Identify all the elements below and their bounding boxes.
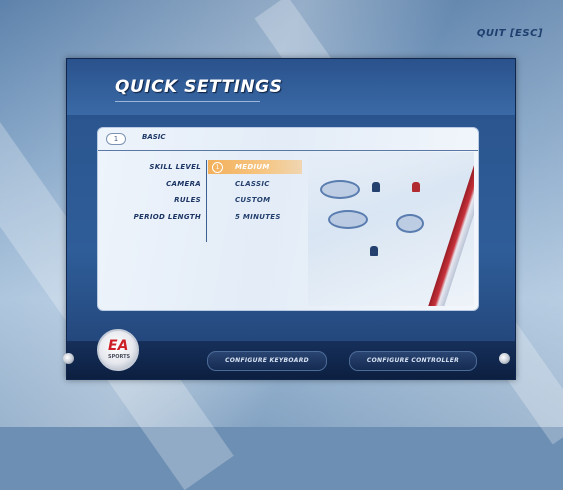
settings-frame: QUICK SETTINGS 1 BASIC 1 SKILL LEVEL MED… — [63, 58, 516, 380]
settings-panel: 1 BASIC 1 SKILL LEVEL MEDIUM CAMERA CLAS… — [97, 127, 479, 311]
setting-label-skill-level: SKILL LEVEL — [149, 163, 201, 171]
setting-value-camera[interactable]: CLASSIC — [235, 180, 270, 188]
column-divider — [206, 160, 207, 242]
configure-controller-button[interactable]: CONFIGURE CONTROLLER — [349, 351, 477, 371]
tab-label: BASIC — [142, 133, 166, 141]
ea-logo-mark: EA — [108, 338, 129, 354]
tab-basic[interactable]: 1 BASIC — [98, 128, 478, 151]
player-figure — [372, 182, 380, 192]
page-title: QUICK SETTINGS — [115, 77, 283, 97]
setting-value-rules[interactable]: CUSTOM — [235, 196, 270, 204]
player-figure — [412, 182, 420, 192]
setting-label-rules: RULES — [174, 196, 201, 204]
rink-boards — [427, 158, 474, 306]
ea-logo-sub: SPORTS — [108, 354, 131, 360]
tab-badge: 1 — [106, 133, 126, 145]
setting-value-skill-level[interactable]: MEDIUM — [235, 163, 270, 171]
knob-icon — [499, 353, 510, 364]
ea-sports-logo-icon: EA SPORTS — [97, 329, 139, 371]
rink-logo — [396, 214, 424, 233]
rink-logo — [320, 180, 360, 199]
player-figure — [370, 246, 378, 256]
setting-label-period-length: PERIOD LENGTH — [133, 213, 201, 221]
setting-label-camera: CAMERA — [166, 180, 201, 188]
setting-value-period-length[interactable]: 5 MINUTES — [235, 213, 281, 221]
quit-button[interactable]: QUIT [ESC] — [477, 28, 543, 39]
rink-logo — [328, 210, 368, 229]
selection-badge: 1 — [212, 162, 223, 173]
knob-icon — [63, 353, 74, 364]
configure-keyboard-button[interactable]: CONFIGURE KEYBOARD — [207, 351, 327, 371]
title-underline — [115, 101, 260, 102]
rink-preview-image — [308, 152, 474, 306]
